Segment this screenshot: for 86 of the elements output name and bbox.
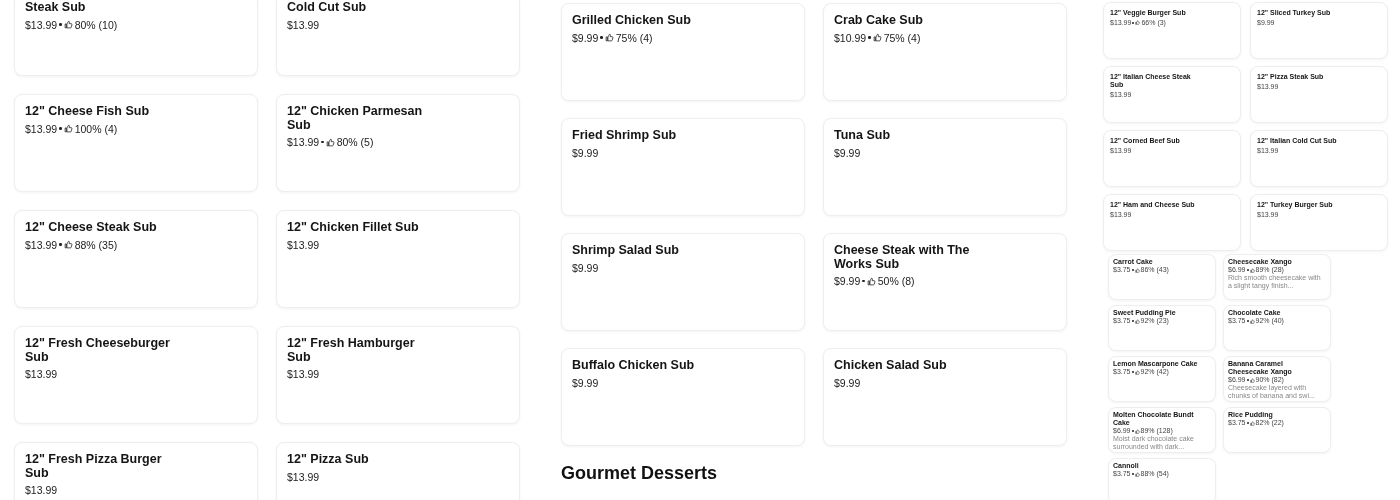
item-title: Steak Sub: [25, 1, 87, 15]
item-price: $13.99: [25, 238, 58, 251]
item-price: $13.99: [25, 484, 58, 496]
thumbs-up-icon: [1249, 420, 1255, 426]
item-price: $9.99: [834, 275, 861, 287]
menu-item-card[interactable]: 12" Chicken Parmesan Sub $13.99 80% (5): [276, 94, 520, 192]
thumbs-up-icon: [1134, 369, 1140, 375]
separator-dot: [868, 36, 871, 39]
item-price: $13.99: [287, 238, 320, 251]
menu-item-card[interactable]: Steak Sub $13.99 80% (10): [14, 0, 258, 76]
thumbs-up-icon: [1249, 267, 1255, 273]
item-title: Shrimp Salad Sub: [572, 244, 680, 258]
item-title: Crab Cake Sub: [834, 14, 924, 28]
item-price: $13.99: [25, 18, 58, 31]
item-price: $9.99: [572, 31, 599, 44]
item-rating: 50% (8): [877, 275, 915, 287]
thumbs-up-icon: [1135, 20, 1141, 25]
item-title: 12" Cheese Fish Sub: [25, 105, 151, 119]
thumbs-up-icon: [325, 137, 335, 147]
menu-item-card[interactable]: Cold Cut Sub $13.99: [276, 0, 520, 76]
menu-item-card[interactable]: 12" Cheese Fish Sub $13.99 100% (4): [14, 94, 258, 192]
thumbs-up-icon: [1249, 318, 1255, 324]
item-rating: 88% (35): [74, 238, 118, 251]
menu-item-card[interactable]: Chicken Salad Sub $9.99: [823, 348, 1067, 446]
menu-item-card[interactable]: 12" Fresh Cheeseburger Sub $13.99: [14, 326, 258, 424]
separator-dot: [59, 127, 62, 130]
item-price: $13.99: [25, 122, 58, 135]
item-price: $9.99: [572, 146, 599, 159]
menu-item-card[interactable]: Buffalo Chicken Sub $9.99: [561, 348, 805, 446]
thumbs-up-icon: [872, 33, 882, 42]
thumbs-up-icon: [1134, 318, 1140, 324]
item-title: 12" Pizza Sub: [287, 453, 370, 467]
item-title: Chicken Salad Sub: [834, 359, 948, 373]
item-rating: 75% (4): [883, 31, 921, 44]
thumbs-up-icon: [866, 276, 876, 286]
thumbs-up-icon: [1134, 428, 1140, 434]
item-rating: 100% (4): [74, 122, 118, 135]
menu-item-card[interactable]: Tuna Sub $9.99: [823, 118, 1067, 216]
item-price: $9.99: [834, 146, 861, 159]
menu-item-card[interactable]: 12" Chicken Fillet Sub $13.99: [276, 210, 520, 308]
menu-item-card[interactable]: 12" Pizza Sub $13.99: [276, 442, 520, 500]
separator-dot: [600, 36, 603, 39]
item-title: Grilled Chicken Sub: [572, 14, 692, 28]
item-title: Cheese Steak with The Works Sub: [834, 244, 971, 271]
thumbs-up-icon: [1134, 267, 1140, 273]
item-title: 12" Cheese Steak Sub: [25, 221, 158, 235]
item-price: $13.99: [287, 136, 320, 148]
menu-item-card[interactable]: Fried Shrimp Sub $9.99: [561, 118, 805, 216]
separator-dot: [59, 243, 62, 246]
item-title: Tuna Sub: [834, 129, 891, 143]
thumbs-up-icon: [1134, 471, 1140, 477]
thumbs-up-icon: [63, 20, 73, 29]
item-title: 12" Fresh Hamburger Sub: [287, 337, 416, 364]
thumbs-up-icon: [63, 124, 73, 133]
menu-item-card[interactable]: Cheese Steak with The Works Sub $9.99 50% (8): [823, 233, 1067, 331]
thumbs-up-icon: [63, 240, 73, 249]
menu-item-card[interactable]: Crab Cake Sub $10.99 75% (4): [823, 3, 1067, 101]
item-price: $9.99: [572, 376, 599, 389]
item-rating: 80% (10): [74, 18, 118, 31]
section-heading: Gourmet Desserts: [561, 463, 719, 484]
item-title: 12" Fresh Pizza Burger Sub: [25, 453, 163, 480]
menu-item-card[interactable]: Shrimp Salad Sub $9.99: [561, 233, 805, 331]
item-title: Buffalo Chicken Sub: [572, 359, 696, 373]
item-rating: 80% (5): [336, 136, 374, 148]
menu-item-card[interactable]: 12" Fresh Hamburger Sub $13.99: [276, 326, 520, 424]
item-price: $9.99: [572, 261, 599, 274]
item-price: $9.99: [834, 376, 861, 389]
item-price: $13.99: [25, 368, 58, 380]
separator-dot: [321, 140, 324, 144]
item-rating: 75% (4): [615, 31, 653, 44]
thumbs-up-icon: [1249, 377, 1255, 383]
menu-item-card[interactable]: 12" Fresh Pizza Burger Sub $13.99: [14, 442, 258, 500]
item-title: Cold Cut Sub: [287, 1, 368, 15]
thumbs-up-icon: [604, 33, 614, 42]
item-price: $13.99: [287, 368, 320, 380]
item-price: $13.99: [287, 18, 320, 31]
item-price: $13.99: [287, 470, 320, 483]
item-price: $10.99: [834, 31, 867, 44]
menu-item-card[interactable]: 12" Cheese Steak Sub $13.99 88% (35): [14, 210, 258, 308]
item-title: Fried Shrimp Sub: [572, 129, 678, 143]
item-title: 12" Chicken Fillet Sub: [287, 221, 420, 235]
item-title: 12" Fresh Cheeseburger Sub: [25, 337, 171, 364]
item-title: 12" Chicken Parmesan Sub: [287, 105, 424, 132]
separator-dot: [862, 279, 865, 283]
separator-dot: [59, 23, 62, 26]
menu-item-card[interactable]: Grilled Chicken Sub $9.99 75% (4): [561, 3, 805, 101]
